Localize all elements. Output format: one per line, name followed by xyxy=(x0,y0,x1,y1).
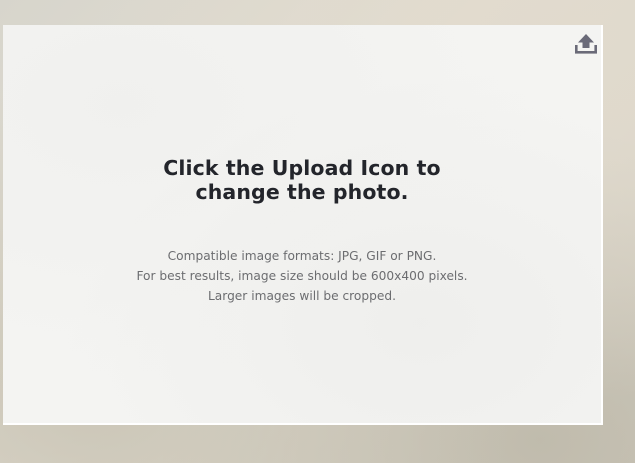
requirements-formats: Compatible image formats: JPG, GIF or PN… xyxy=(167,249,437,263)
photo-upload-area: Click the Upload Icon to change the phot… xyxy=(3,25,603,425)
upload-button[interactable] xyxy=(573,31,599,57)
requirements-size: For best results, image size should be 6… xyxy=(136,269,468,283)
heading-line-2: change the photo. xyxy=(195,180,409,204)
upload-icon xyxy=(575,34,597,54)
requirements-cropping: Larger images will be cropped. xyxy=(208,289,396,303)
image-requirements: Compatible image formats: JPG, GIF or PN… xyxy=(3,246,601,306)
upload-instructions-heading: Click the Upload Icon to change the phot… xyxy=(3,156,601,204)
heading-line-1: Click the Upload Icon to xyxy=(163,156,441,180)
